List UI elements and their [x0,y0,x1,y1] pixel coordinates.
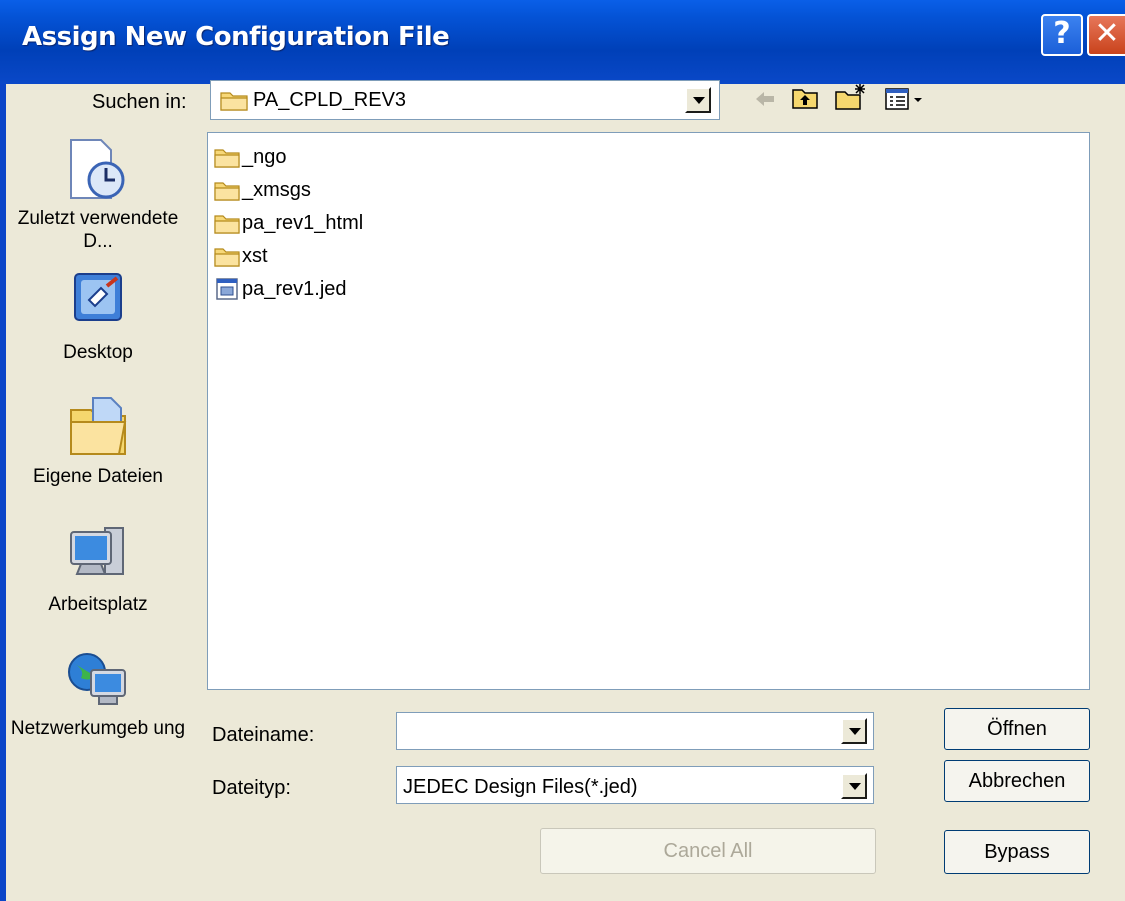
view-menu-icon[interactable] [884,84,928,114]
lookin-dropdown-button[interactable] [685,87,711,113]
bypass-button[interactable]: Bypass [944,830,1090,874]
cancel-button[interactable]: Abbrechen [944,760,1090,802]
file-name: _xmsgs [242,178,311,201]
desktop-icon [63,273,133,334]
folder-icon [214,215,240,234]
file-name: xst [242,244,268,267]
my-documents-icon [63,397,133,462]
recent-documents-icon [63,139,133,206]
up-folder-icon[interactable] [790,82,820,112]
filename-label: Dateiname: [212,724,315,746]
filetype-select[interactable]: JEDEC Design Files(*.jed) [396,766,874,804]
lookin-combo[interactable]: PA_CPLD_REV3 [210,80,720,120]
back-arrow-icon[interactable] [750,84,780,114]
filename-input[interactable] [396,712,874,750]
cancel-all-button[interactable]: Cancel All [540,828,876,874]
list-item[interactable]: _xmsgs [214,176,311,204]
place-my-computer[interactable]: Arbeitsplatz [8,522,188,616]
list-item[interactable]: xst [214,242,268,270]
lookin-label: Suchen in: [92,91,187,113]
folder-icon [220,89,248,116]
new-folder-icon[interactable] [834,82,865,112]
title-bar: Assign New Configuration File ? ✕ [0,0,1125,84]
close-button[interactable]: ✕ [1087,14,1125,56]
place-recent-label: Zuletzt verwendete D... [17,208,179,252]
filename-dropdown-button[interactable] [841,718,867,744]
file-icon [216,278,238,300]
place-my-documents-label: Eigene Dateien [33,466,163,487]
list-item[interactable]: pa_rev1_html [214,209,363,237]
place-recent[interactable]: Zuletzt verwendete D... [8,138,188,253]
file-name: pa_rev1.jed [242,277,347,300]
network-icon [63,653,133,716]
list-item[interactable]: _ngo [214,143,287,171]
place-network-label: Netzwerkumgeb ung [10,718,186,739]
open-button[interactable]: Öffnen [944,708,1090,750]
folder-icon [214,182,240,201]
window-frame-left [0,84,6,901]
file-name: pa_rev1_html [242,211,364,234]
file-list[interactable]: _ngo _xmsgs pa_rev1_html xst pa_rev1.jed [207,132,1090,690]
place-my-computer-label: Arbeitsplatz [48,594,148,615]
my-computer-icon [63,527,133,590]
folder-icon [214,248,240,267]
list-item[interactable]: pa_rev1.jed [214,275,347,303]
folder-icon [214,149,240,168]
place-network[interactable]: Netzwerkumgeb ung [8,650,188,740]
help-button[interactable]: ? [1041,14,1083,56]
window-title: Assign New Configuration File [22,22,450,52]
file-name: _ngo [242,145,287,168]
place-desktop[interactable]: Desktop [8,270,188,364]
place-my-documents[interactable]: Eigene Dateien [8,392,188,488]
place-desktop-label: Desktop [63,342,133,363]
filetype-value: JEDEC Design Files(*.jed) [403,776,638,798]
filetype-dropdown-button[interactable] [841,773,867,799]
lookin-value: PA_CPLD_REV3 [253,89,407,111]
filetype-label: Dateityp: [212,777,291,799]
